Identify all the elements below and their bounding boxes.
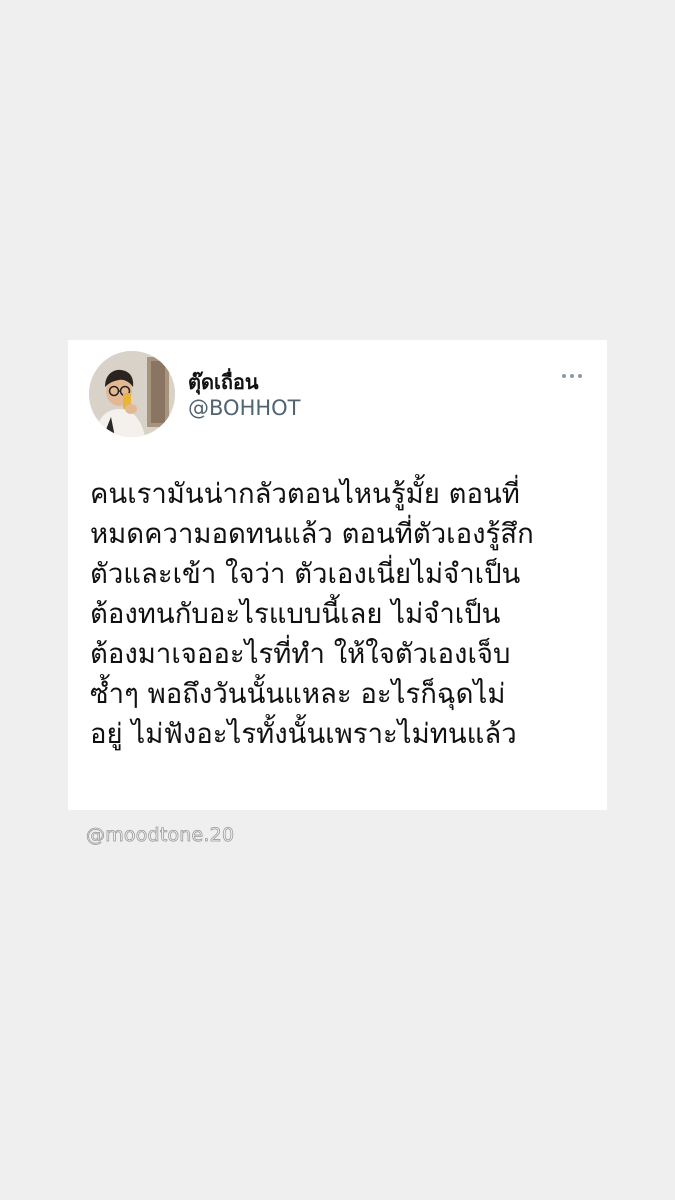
tweet-text-line: ตัวและเข้า ใจว่า ตัวเองเนี่ยไม่จำเป็น — [90, 558, 521, 590]
tweet-text-line: อยู่ ไม่ฟังอะไรทั้งนั้นเพราะไม่ทนแล้ว — [90, 718, 517, 750]
screenshot-page: { "tweet": { "display_name": "ตุ๊ดเถื่อน… — [0, 0, 675, 1200]
user-handle[interactable]: @BOHHOT — [188, 396, 301, 420]
tweet-card: ตุ๊ดเถื่อน @BOHHOT คนเรามันน่ากลัวตอนไหน… — [68, 340, 607, 810]
tweet-text-line: ต้องทนกับอะไรแบบนี้เลย ไม่จำเป็น — [90, 598, 501, 630]
watermark-text: @moodtone.20 — [86, 824, 235, 847]
tweet-text: คนเรามันน่ากลัวตอนไหนรู้มั้ย ตอนที่ หมดค… — [90, 474, 595, 754]
display-name[interactable]: ตุ๊ดเถื่อน — [188, 366, 259, 398]
more-dots-icon[interactable] — [560, 366, 584, 386]
avatar-photo-icon — [89, 351, 175, 437]
tweet-text-line: ซ้ำๆ พอถึงวันนั้นแหละ อะไรก็ฉุดไม่ — [90, 678, 506, 710]
tweet-text-line: หมดความอดทนแล้ว ตอนที่ตัวเองรู้สึก — [90, 518, 534, 550]
tweet-text-line: คนเรามันน่ากลัวตอนไหนรู้มั้ย ตอนที่ — [90, 478, 520, 510]
avatar[interactable] — [89, 351, 175, 437]
tweet-text-line: ต้องมาเจออะไรที่ทำ ให้ใจตัวเองเจ็บ — [90, 638, 511, 670]
